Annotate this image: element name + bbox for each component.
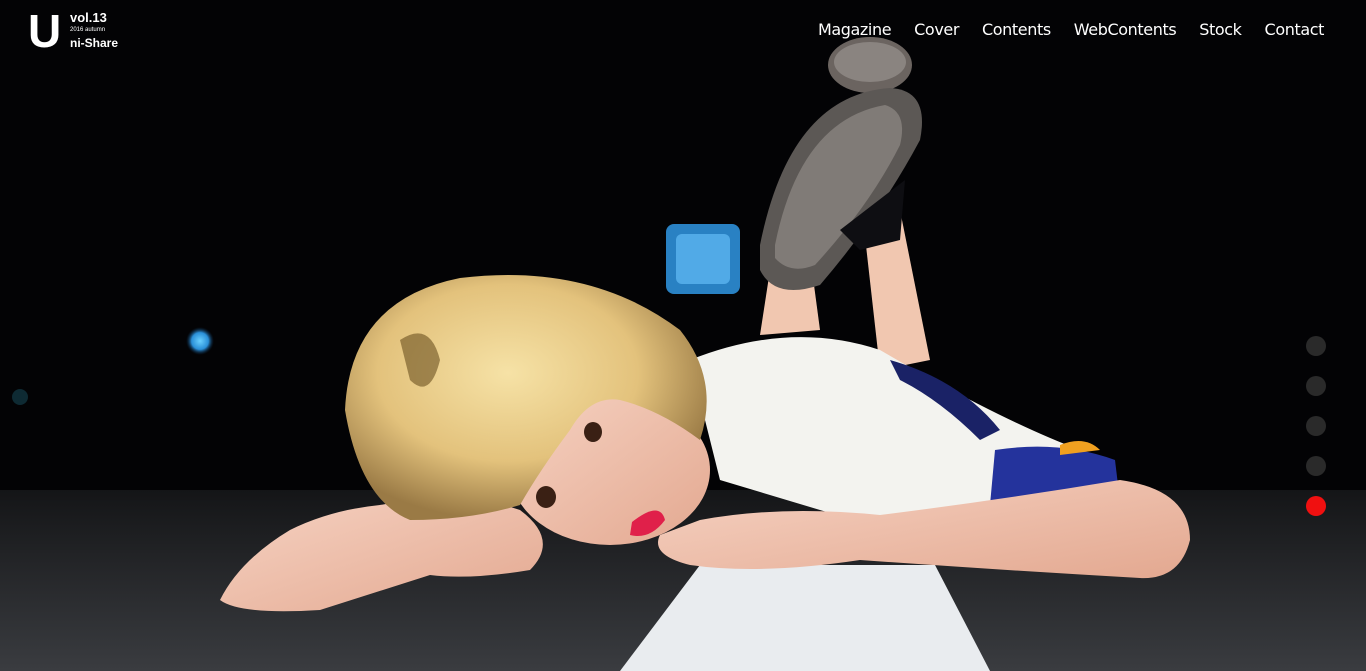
slide-dot-2[interactable] [1306, 376, 1326, 396]
slide-dot-1[interactable] [1306, 336, 1326, 356]
slide-dot-4[interactable] [1306, 456, 1326, 476]
nav-item-contact[interactable]: Contact [1265, 19, 1325, 41]
main-nav: Magazine Cover Contents WebContents Stoc… [818, 19, 1324, 41]
hero-photo [0, 0, 1366, 671]
eye [584, 422, 602, 442]
eye [536, 486, 556, 508]
slide-dot-5[interactable] [1306, 496, 1326, 516]
nav-item-webcontents[interactable]: WebContents [1074, 19, 1177, 41]
logo-volume: vol.13 [70, 10, 107, 25]
logo-letter: U [28, 5, 61, 57]
hero-photo-illustration [0, 37, 1366, 671]
logo-season: 2016 autumn [70, 27, 106, 33]
site-logo[interactable]: U vol.13 2016 autumn ni-Share [28, 5, 119, 57]
slide-dot-3[interactable] [1306, 416, 1326, 436]
nav-item-cover[interactable]: Cover [914, 19, 959, 41]
background-light [12, 389, 28, 405]
slide-pagination [1306, 336, 1326, 536]
nav-item-stock[interactable]: Stock [1199, 19, 1242, 41]
background-light [186, 327, 214, 355]
nav-item-magazine[interactable]: Magazine [818, 19, 892, 41]
nav-item-contents[interactable]: Contents [982, 19, 1051, 41]
logo-name: ni-Share [70, 36, 119, 50]
